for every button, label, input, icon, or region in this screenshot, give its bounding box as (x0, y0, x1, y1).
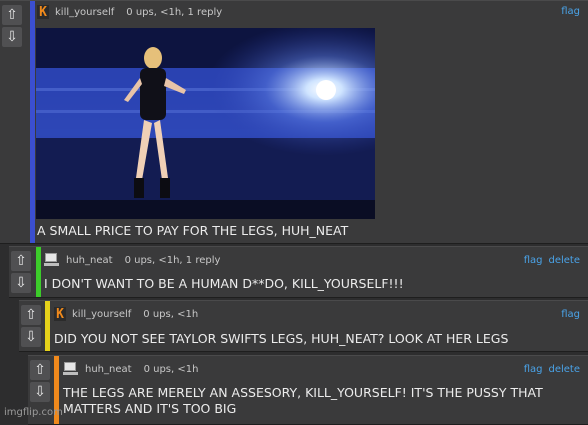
comment-3: ⇧ ⇩ K kill_yourself 0 ups, <1h flag DID … (19, 300, 588, 352)
delete-link[interactable]: delete (548, 255, 580, 266)
upvote-button[interactable]: ⇧ (2, 5, 22, 25)
upvote-button[interactable]: ⇧ (21, 305, 41, 325)
comment-stats: 0 ups, <1h (143, 363, 199, 375)
comment-2: ⇧ ⇩ huh_neat 0 ups, <1h, 1 reply flag de… (9, 246, 588, 298)
username[interactable]: kill_yourself (55, 7, 114, 18)
flag-link[interactable]: flag (561, 6, 580, 17)
comment-meta: huh_neat 0 ups, <1h (63, 362, 198, 376)
comment-text: I DON'T WANT TO BE A HUMAN D**DO, KILL_Y… (44, 276, 404, 291)
username[interactable]: huh_neat (85, 364, 132, 375)
computer-icon[interactable] (63, 362, 79, 376)
username[interactable]: huh_neat (66, 255, 113, 266)
comment-stats: 0 ups, <1h, 1 reply (124, 254, 221, 266)
upvote-button[interactable]: ⇧ (30, 360, 50, 380)
comment-text: DID YOU NOT SEE TAYLOR SWIFTS LEGS, HUH_… (54, 331, 509, 346)
k-logo-icon[interactable]: K (37, 5, 49, 20)
vote-controls: ⇧ ⇩ (0, 3, 26, 49)
downvote-button[interactable]: ⇩ (2, 27, 22, 47)
comment-text: THE LEGS ARE MERELY AN ASSESORY, KILL_YO… (63, 385, 543, 416)
delete-link[interactable]: delete (548, 364, 580, 375)
vote-controls: ⇧ ⇩ (28, 358, 54, 404)
comment-1: ⇧ ⇩ K kill_yourself 0 ups, <1h, 1 reply … (0, 0, 588, 244)
comment-4: ⇧ ⇩ huh_neat 0 ups, <1h flag delete THE … (28, 355, 588, 425)
comment-meta: K kill_yourself 0 ups, <1h (54, 307, 199, 322)
stage-photo (36, 28, 375, 219)
downvote-button[interactable]: ⇩ (21, 327, 41, 347)
flag-link[interactable]: flag (524, 364, 543, 375)
comment-meta: K kill_yourself 0 ups, <1h, 1 reply (37, 5, 223, 20)
comment-actions: flag delete (524, 364, 580, 375)
computer-icon[interactable] (44, 253, 60, 267)
comment-meta: huh_neat 0 ups, <1h, 1 reply (44, 253, 220, 267)
comment-actions: flag (561, 6, 580, 17)
downvote-button[interactable]: ⇩ (30, 382, 50, 402)
vote-controls: ⇧ ⇩ (9, 249, 35, 295)
thread-bar (30, 1, 35, 243)
flag-link[interactable]: flag (524, 255, 543, 266)
comment-actions: flag delete (524, 255, 580, 266)
upvote-button[interactable]: ⇧ (11, 251, 31, 271)
thread-bar (36, 247, 41, 297)
meme-image[interactable] (36, 28, 375, 219)
downvote-button[interactable]: ⇩ (11, 273, 31, 293)
vote-controls: ⇧ ⇩ (19, 303, 45, 349)
imgflip-watermark: imgflip.com (4, 407, 63, 418)
flag-link[interactable]: flag (561, 309, 580, 320)
k-logo-icon[interactable]: K (54, 307, 66, 322)
comment-stats: 0 ups, <1h, 1 reply (126, 6, 223, 18)
username[interactable]: kill_yourself (72, 309, 131, 320)
comment-actions: flag (561, 309, 580, 320)
comment-stats: 0 ups, <1h (143, 308, 199, 320)
thread-bar (45, 301, 50, 351)
comment-text: A SMALL PRICE TO PAY FOR THE LEGS, HUH_N… (37, 223, 349, 238)
